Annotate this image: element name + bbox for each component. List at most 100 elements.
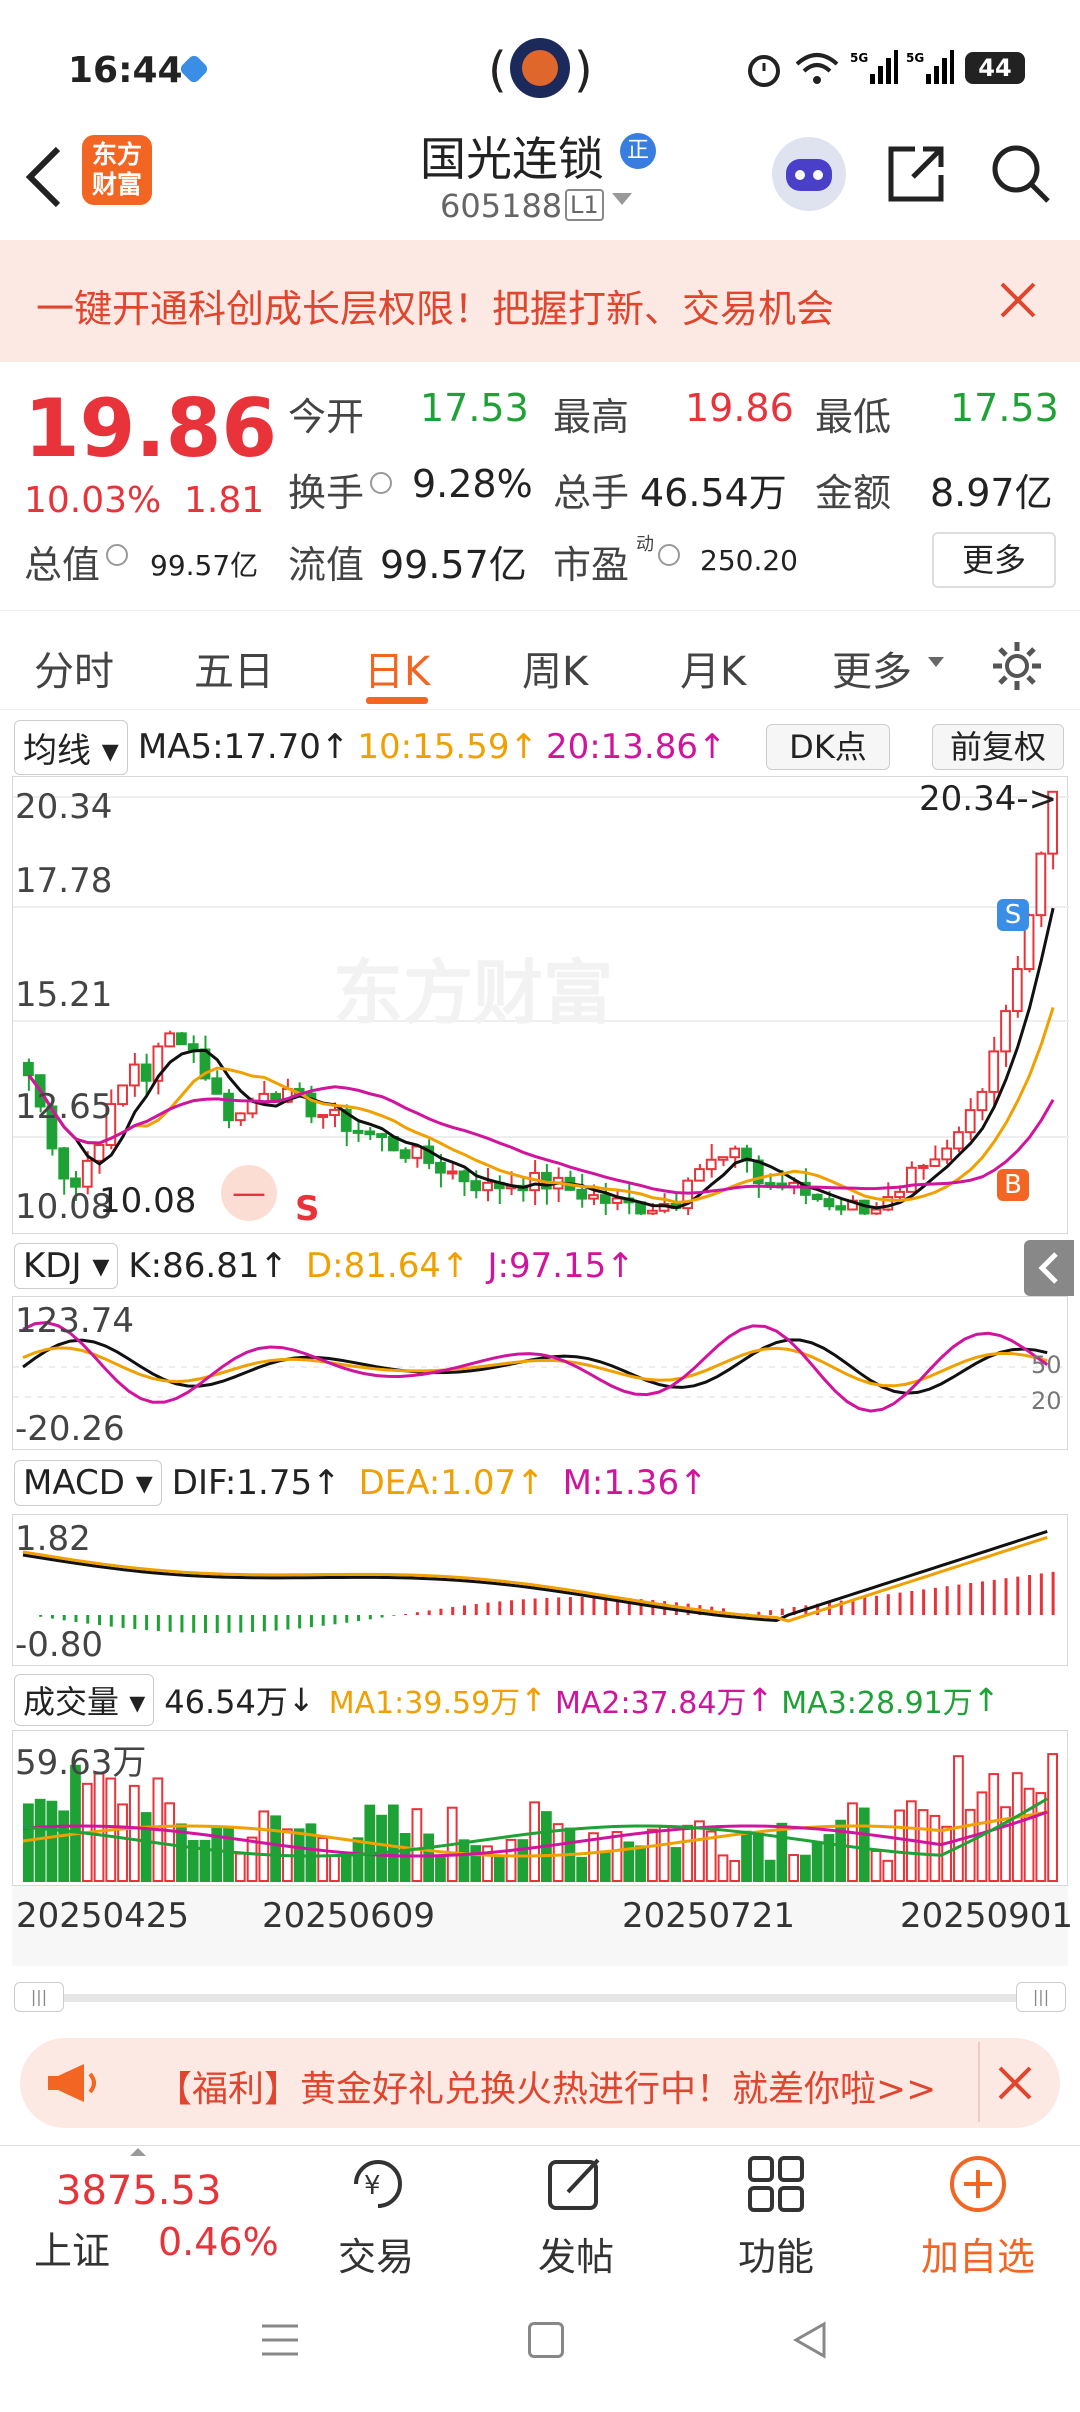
tab-more[interactable]: 更多 <box>832 639 912 697</box>
volume-bar <box>317 1836 329 1882</box>
volume-label: 总手 <box>553 471 630 515</box>
volume-bar <box>505 1838 517 1882</box>
volume-bar <box>140 1812 152 1882</box>
candle-body <box>435 1161 446 1174</box>
nav-add-watchlist[interactable]: 加自选 <box>908 2226 1048 2281</box>
level-badge[interactable]: L1 <box>565 189 604 221</box>
gear-icon[interactable] <box>990 639 1044 697</box>
stock-code: 605188 <box>440 187 563 225</box>
tab-intraday[interactable]: 分时 <box>34 639 114 697</box>
change-amount: 1.81 <box>184 480 265 521</box>
amount-label: 金额 <box>815 471 892 515</box>
volume-legend: 成交量 ▾ 46.54万 ↓ MA1:39.59万 ↑ MA2:37.84万 ↑ MA… <box>0 1672 1080 1728</box>
price-tick-1: 20.34 <box>15 787 113 827</box>
close-icon[interactable] <box>998 280 1038 324</box>
volume-chart[interactable]: 59.63万 <box>12 1730 1068 1886</box>
macd-chart[interactable]: 1.82 -0.80 <box>12 1514 1068 1666</box>
ma-selector[interactable]: 均线 ▾ <box>14 719 128 775</box>
volume-bar <box>517 1839 529 1882</box>
welfare-promo[interactable]: 【福利】黄金好礼兑换火热进行中！就差你啦>> <box>20 2038 1060 2128</box>
candle-body <box>576 1188 588 1200</box>
promo-banner[interactable]: 一键开通科创成长层权限！把握打新、交易机会 <box>0 240 1080 362</box>
scroller-right-handle[interactable]: ||| <box>1016 1982 1066 2012</box>
candle-body <box>823 1198 835 1208</box>
mktcap-label: 总值 <box>24 543 101 587</box>
more-button[interactable]: 更多 <box>932 532 1056 588</box>
menu-icon[interactable] <box>260 2320 300 2364</box>
candle-body <box>446 1170 458 1175</box>
kdj-chart[interactable]: 123.74 -20.26 50 20 <box>12 1296 1069 1450</box>
macd-selector[interactable]: MACD ▾ <box>14 1460 162 1506</box>
search-icon[interactable] <box>990 143 1052 209</box>
volume-bar <box>246 1836 258 1882</box>
ma-selector-label: 均线 <box>23 730 91 771</box>
home-icon[interactable] <box>528 2322 564 2358</box>
volume-bar <box>58 1810 70 1882</box>
volume-bar <box>776 1822 788 1882</box>
s-point-marker[interactable]: S <box>997 899 1029 931</box>
close-icon[interactable] <box>996 2064 1034 2106</box>
chevron-up-icon <box>130 2148 146 2156</box>
index-value[interactable]: 3875.53 <box>56 2168 221 2214</box>
kdj-selector[interactable]: KDJ ▾ <box>14 1243 119 1289</box>
svg-text:5G: 5G <box>850 51 868 65</box>
tab-five-day[interactable]: 五日 <box>194 639 274 697</box>
svg-text:): ) <box>574 42 592 98</box>
vol-ma1-value: MA1:39.59万 <box>328 1686 521 1721</box>
volume-bar <box>234 1852 246 1883</box>
arrow-up-icon: ↑ <box>516 1463 545 1503</box>
tab-daily-k[interactable]: 日K <box>364 639 430 697</box>
chevron-down-icon[interactable] <box>612 193 632 205</box>
vol-ma3-value: MA3:28.91万 <box>781 1686 973 1721</box>
center-avatar: () <box>488 32 593 104</box>
chart-scroller[interactable]: ||| ||| <box>14 1982 1066 2012</box>
nav-post[interactable]: 发帖 <box>506 2226 646 2281</box>
volume-bar <box>423 1833 435 1883</box>
info-icon[interactable] <box>658 544 680 566</box>
adjust-button[interactable]: 前复权 <box>932 724 1064 770</box>
kdj-d-value: D:81.64 <box>305 1246 441 1286</box>
candle-body <box>352 1129 364 1134</box>
candle-body <box>976 1090 988 1112</box>
collapse-panel-button[interactable] <box>1024 1240 1074 1296</box>
b-point-marker[interactable]: B <box>997 1169 1029 1201</box>
volume-bar <box>164 1802 176 1882</box>
back-button[interactable] <box>22 145 66 213</box>
info-icon[interactable] <box>106 544 128 566</box>
arrow-up-icon: ↑ <box>746 1681 774 1719</box>
candle-body <box>164 1032 176 1048</box>
arrow-up-icon: ↑ <box>606 1246 635 1286</box>
macd-selector-label: MACD <box>23 1463 125 1503</box>
share-icon[interactable] <box>885 143 947 209</box>
tab-monthly-k[interactable]: 月K <box>680 639 746 697</box>
back-nav-icon[interactable] <box>790 2320 830 2364</box>
volume-selector[interactable]: 成交量 ▾ <box>14 1674 155 1726</box>
candle-body <box>1035 852 1047 917</box>
dk-point-button[interactable]: DK点 <box>766 724 890 770</box>
volume-bar <box>258 1810 270 1882</box>
system-nav <box>0 2280 1080 2412</box>
functions-icon <box>746 2154 806 2218</box>
svg-text:5G: 5G <box>906 51 924 65</box>
candle-body <box>764 1182 776 1187</box>
active-tab-indicator <box>366 697 428 704</box>
assistant-robot-icon[interactable] <box>772 137 846 211</box>
ma5-value: MA5:17.70 <box>137 727 321 767</box>
sell-signal[interactable]: S <box>295 1189 320 1229</box>
volume-bar <box>811 1841 823 1882</box>
info-icon[interactable] <box>370 472 392 494</box>
date-label-3: 20250721 <box>622 1896 796 1936</box>
volume-bar <box>376 1814 387 1882</box>
scroller-left-handle[interactable]: ||| <box>14 1982 64 2012</box>
minus-signal-icon[interactable]: — <box>221 1165 277 1221</box>
candle-body <box>588 1194 599 1200</box>
candle-body <box>705 1158 717 1171</box>
nav-trade[interactable]: 交易 <box>306 2226 446 2281</box>
kline-chart[interactable]: 东方财富 20.34 17.78 15.21 12.65 10.08 20.34… <box>12 776 1069 1234</box>
candle-body <box>905 1166 917 1193</box>
volume-bar <box>752 1832 764 1882</box>
nav-functions[interactable]: 功能 <box>706 2226 846 2281</box>
tab-weekly-k[interactable]: 周K <box>522 639 588 697</box>
candle-body <box>140 1063 152 1082</box>
high-label: 最高 <box>553 395 630 439</box>
